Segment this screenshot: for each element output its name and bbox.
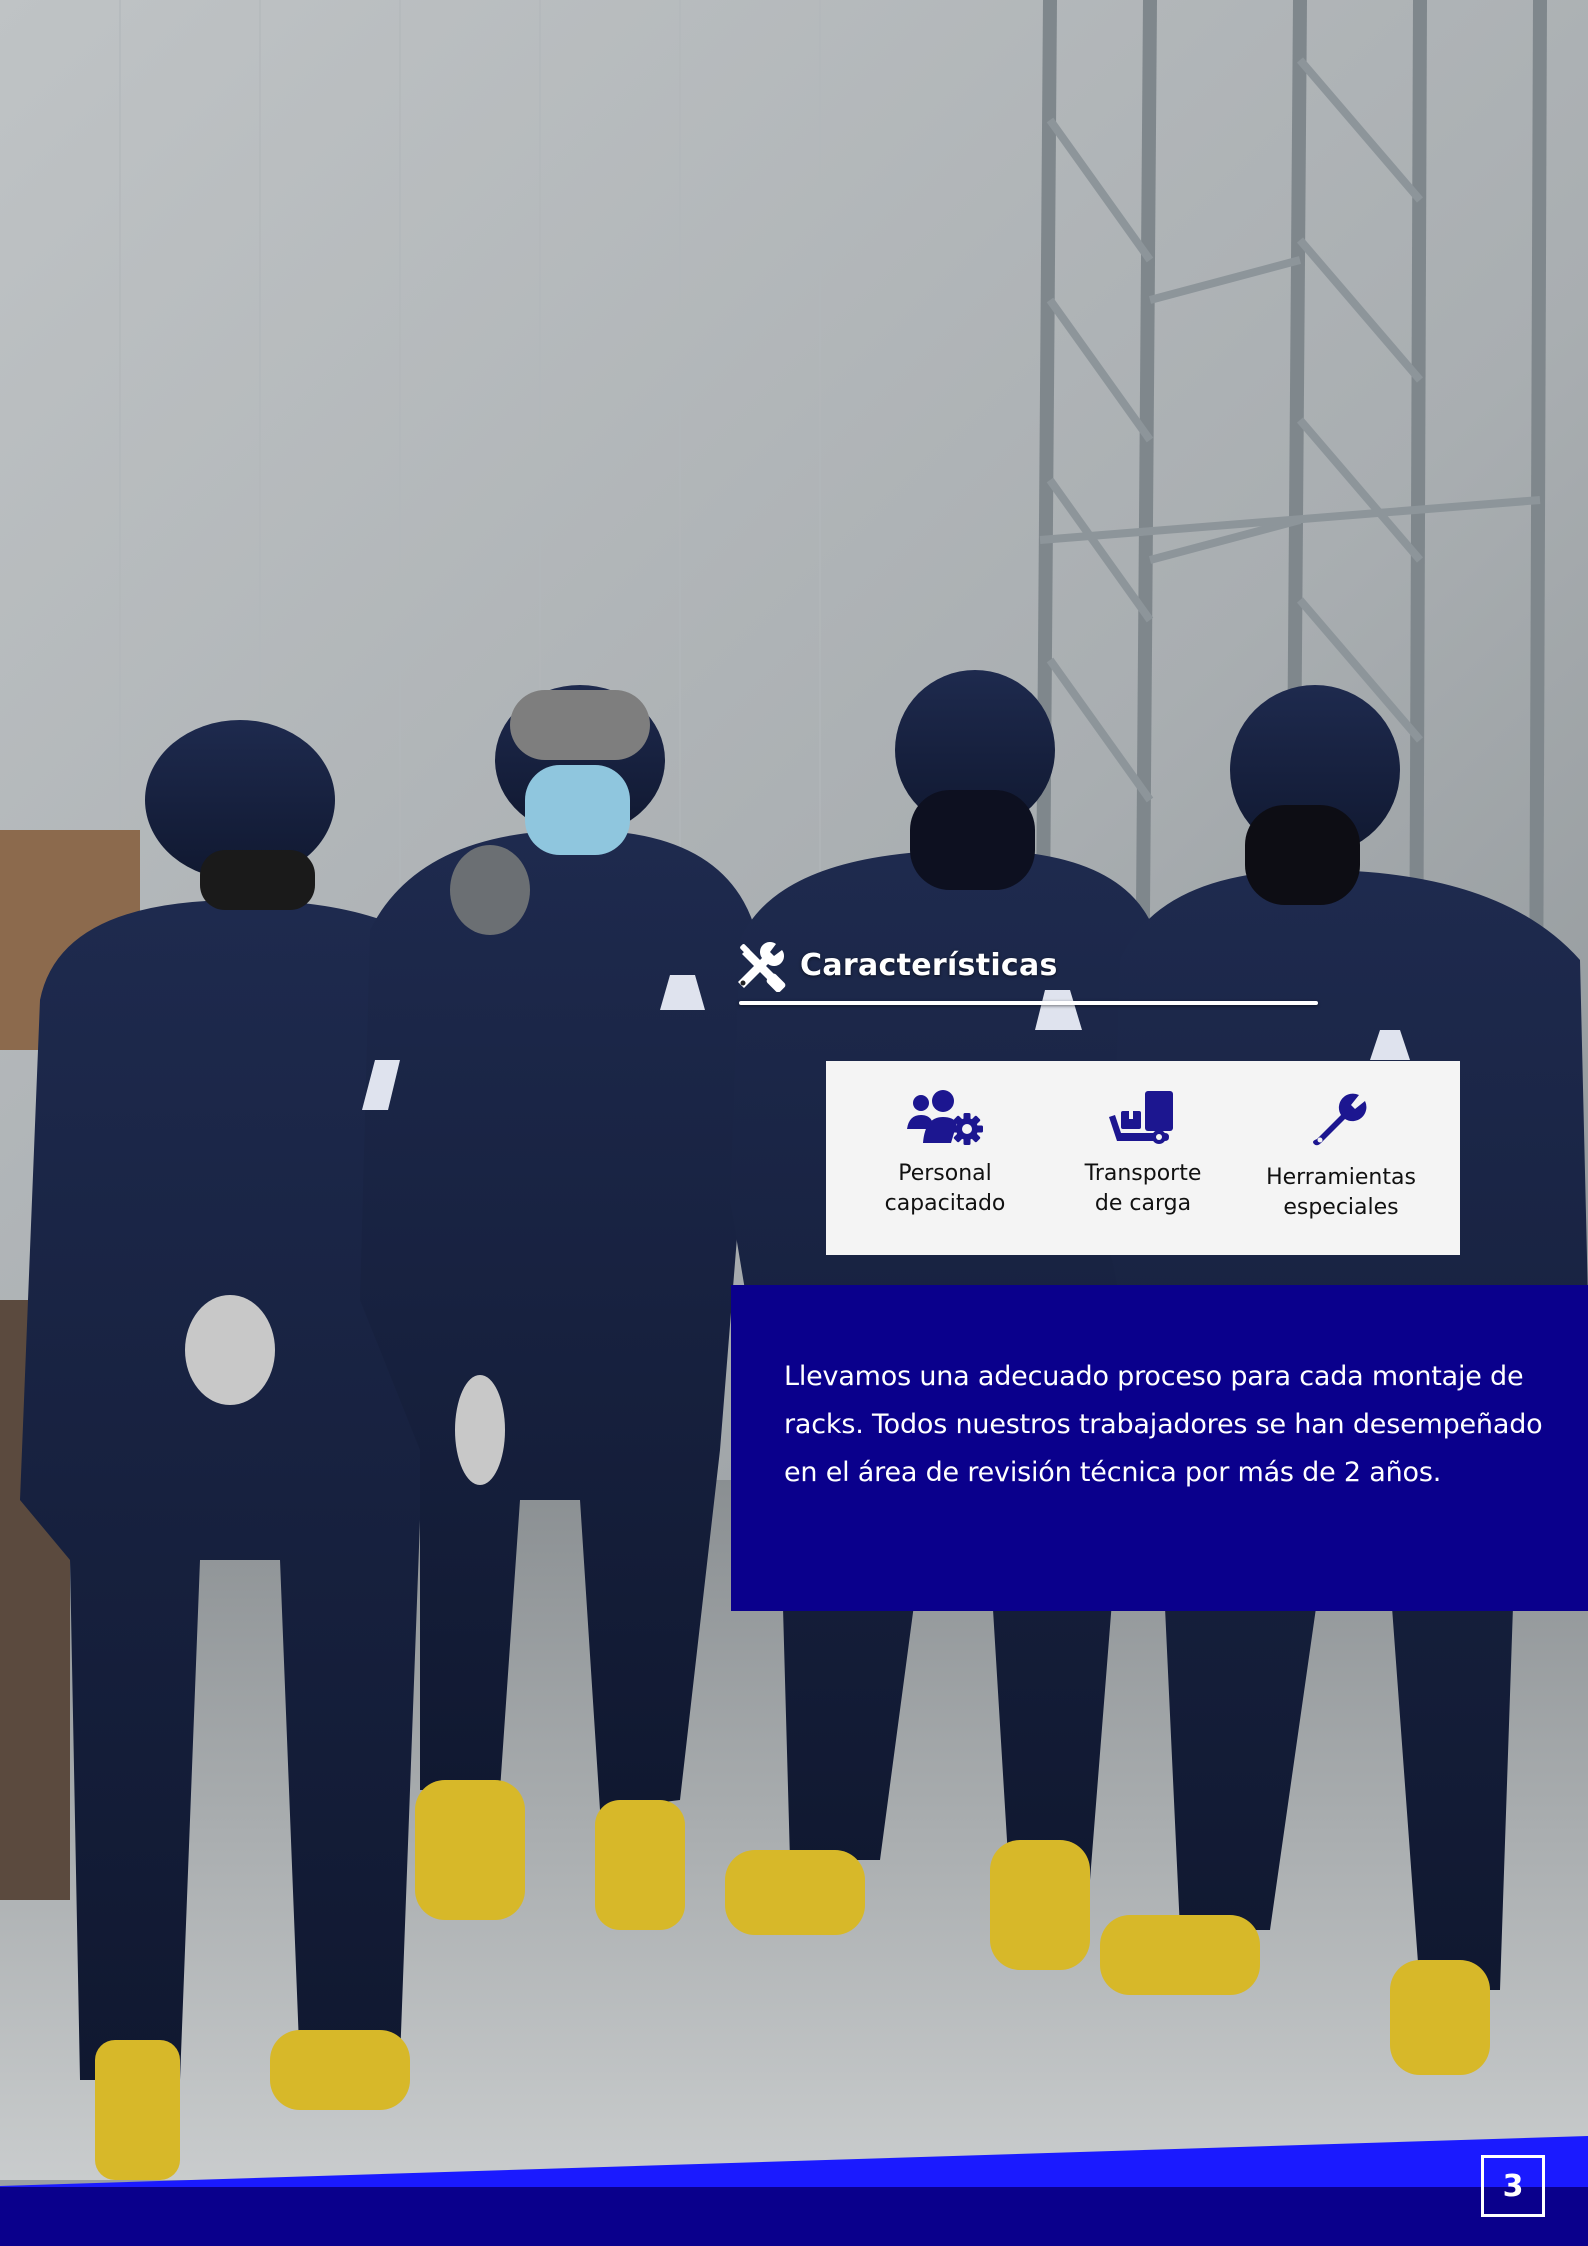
feature-special-tools: Herramientas especiales: [1246, 1089, 1436, 1223]
users-gear-icon: [905, 1089, 985, 1145]
feature-trained-staff: Personal capacitado: [850, 1089, 1040, 1219]
feature-label: Personal capacitado: [884, 1161, 1006, 1216]
page-number: 3: [1481, 2155, 1545, 2217]
heading-underline: [739, 1001, 1318, 1005]
features-card: Personal capacitado Transporte de carga: [826, 1061, 1460, 1255]
feature-label: Herramientas especiales: [1266, 1165, 1416, 1220]
wrench-icon: [1311, 1089, 1371, 1149]
feature-cargo-transport: Transporte de carga: [1048, 1089, 1238, 1219]
footer-band: [0, 2130, 1588, 2246]
section-heading: Características: [732, 938, 1058, 992]
description-box: Llevamos una adecuado proceso para cada …: [731, 1285, 1588, 1611]
tools-icon: [732, 938, 786, 992]
section-title: Características: [800, 947, 1058, 983]
description-text: Llevamos una adecuado proceso para cada …: [784, 1361, 1543, 1488]
dolly-truck-icon: [1107, 1089, 1179, 1145]
feature-label: Transporte de carga: [1084, 1161, 1202, 1216]
